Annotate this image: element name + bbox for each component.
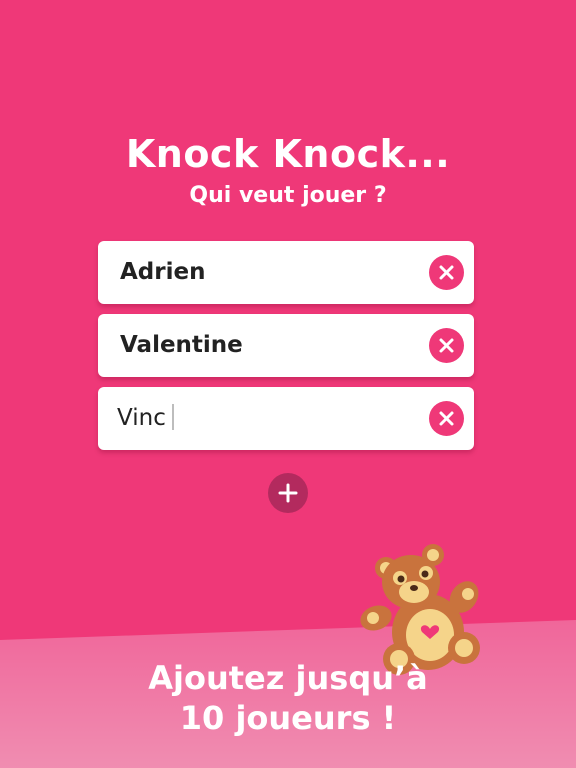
promo-line-2: 10 joueurs ! [179,699,397,737]
close-x-icon [439,265,454,280]
player-name-value: Vinc [117,405,166,431]
remove-player-button[interactable] [429,328,464,363]
plus-icon [278,483,298,503]
player-row: Adrien [98,241,474,304]
page-subtitle: Qui veut jouer ? [189,183,387,208]
text-caret [171,403,174,430]
remove-player-button[interactable] [429,401,464,436]
player-name-field[interactable]: Adrien [120,241,205,304]
add-player-button[interactable] [268,473,308,513]
player-name-field[interactable]: Valentine [120,314,243,377]
page-title: Knock Knock... [125,132,451,176]
promo-line-1: Ajoutez jusqu’à [148,659,428,697]
remove-player-button[interactable] [429,255,464,290]
close-x-icon [439,338,454,353]
promo-text: Ajoutez jusqu’à 10 joueurs ! [0,658,576,738]
player-name-input[interactable]: Vinc [117,387,174,450]
close-x-icon [439,411,454,426]
player-row: Valentine [98,314,474,377]
player-row: Vinc [98,387,474,450]
